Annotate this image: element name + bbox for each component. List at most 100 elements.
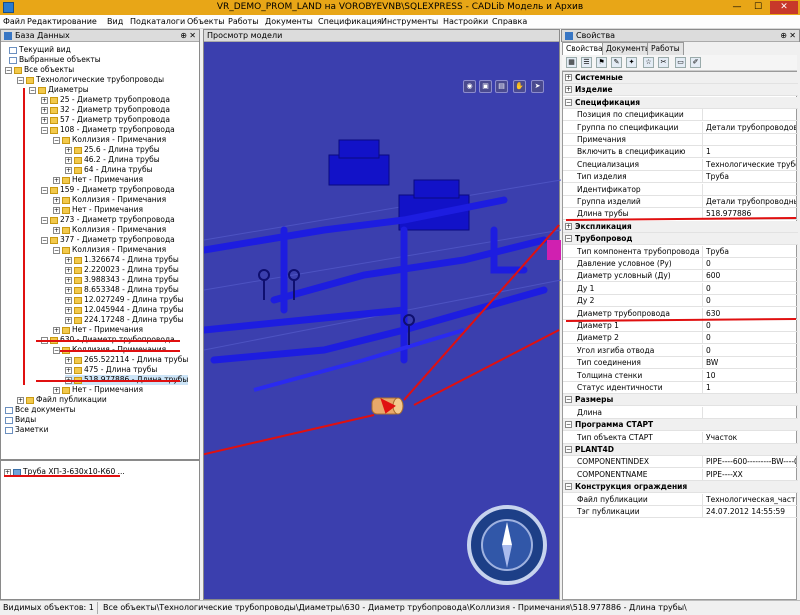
collapse-icon[interactable]: − — [565, 421, 572, 429]
property-value[interactable]: PIPE----600---------BW----0... — [706, 456, 796, 468]
tree-node[interactable]: +518.977886 - Длина трубы — [65, 375, 189, 385]
expand-icon[interactable]: + — [65, 286, 72, 294]
property-row[interactable]: Тип изделия Труба — [563, 171, 798, 184]
collapse-icon[interactable]: − — [53, 136, 60, 144]
property-category[interactable]: + Изделие — [563, 84, 798, 97]
property-row[interactable]: COMPONENTNAME PIPE----XX — [563, 468, 798, 481]
property-row[interactable]: COMPONENTINDEX PIPE----600---------BW----… — [563, 456, 798, 469]
tree-node[interactable]: Выбранные объекты — [9, 55, 101, 65]
tree-node[interactable]: + Нет - Примечания — [53, 205, 143, 215]
expand-icon[interactable]: + — [565, 74, 572, 81]
property-category[interactable]: − Конструкция ограждения — [563, 481, 798, 494]
expand-icon[interactable]: + — [565, 222, 572, 230]
tree-node[interactable]: +224.17248 - Длина трубы — [65, 315, 184, 325]
expand-icon[interactable]: + — [65, 356, 72, 364]
tree-node[interactable]: − 273 - Диаметр трубопровода — [41, 215, 175, 225]
tree-node[interactable]: − Коллизия - Примечания — [53, 135, 166, 145]
tree-node[interactable]: +265.522114 - Длина трубы — [65, 355, 188, 365]
property-row[interactable]: Давление условное (Ру) 0 — [563, 258, 798, 270]
property-value[interactable]: 0 — [706, 283, 796, 295]
tree-node[interactable]: +2.220023 - Длина трубы — [65, 265, 179, 275]
property-category[interactable]: + Системные — [563, 72, 798, 84]
cut-icon[interactable]: ✂ — [658, 57, 669, 68]
property-value[interactable]: 0 — [706, 258, 796, 270]
tree-node[interactable]: + Коллизия - Примечания — [53, 195, 166, 205]
property-row[interactable]: Диаметр условный (Ду) 600 — [563, 270, 798, 283]
property-row[interactable]: Ду 20 — [563, 295, 798, 308]
expand-icon[interactable]: + — [53, 206, 60, 214]
collapse-icon[interactable]: − — [565, 98, 572, 106]
collapse-icon[interactable]: − — [41, 236, 48, 244]
menu-settings[interactable]: Настройки — [443, 17, 488, 26]
expand-icon[interactable]: + — [65, 316, 72, 324]
expand-icon[interactable]: + — [65, 156, 72, 164]
close-button[interactable]: ✕ — [770, 1, 798, 14]
collapse-icon[interactable]: − — [41, 126, 48, 134]
menu-file[interactable]: Файл — [3, 17, 25, 26]
property-category[interactable]: − Спецификация — [563, 96, 798, 109]
property-row[interactable]: Файл публикацииТехнологическая_часть_М..… — [563, 493, 798, 506]
menu-specification[interactable]: Спецификация — [318, 17, 382, 26]
property-value[interactable] — [706, 109, 796, 121]
property-value[interactable] — [706, 184, 796, 196]
expand-icon[interactable]: + — [4, 468, 11, 476]
property-value[interactable]: Труба — [706, 171, 796, 183]
property-row[interactable]: Позиция по спецификации — [563, 109, 798, 122]
tree-node[interactable]: +57 - Диаметр трубопровода — [41, 115, 170, 125]
property-row[interactable]: Группа по спецификации Детали трубопровод… — [563, 121, 798, 134]
pin-icon[interactable]: ⊕ — [180, 30, 187, 42]
star-icon[interactable]: ✦ — [626, 57, 637, 68]
tree-node[interactable]: + Нет - Примечания — [53, 325, 143, 335]
property-row[interactable]: Включить в спецификацию 1 — [563, 146, 798, 159]
collapse-icon[interactable]: − — [53, 246, 60, 254]
categorized-icon[interactable]: ▦ — [566, 57, 577, 68]
collapse-icon[interactable]: − — [565, 235, 572, 243]
property-row[interactable]: Тип объекта СТАРТ Участок — [563, 431, 798, 444]
property-value[interactable]: 0 — [706, 345, 796, 357]
tree-node[interactable]: +475 - Длина трубы — [65, 365, 157, 375]
tree-node[interactable]: +46.2 - Длина трубы — [65, 155, 160, 165]
expand-icon[interactable]: + — [53, 196, 60, 204]
collapse-icon[interactable]: − — [17, 76, 24, 84]
tree-node[interactable]: +64 - Длина трубы — [65, 165, 153, 175]
tree-node[interactable]: +3.988343 - Длина трубы — [65, 275, 179, 285]
property-row[interactable]: Тип компонента трубопровода Труба — [563, 245, 798, 258]
tree-node[interactable]: − Технологические трубопроводы — [17, 75, 164, 85]
tree-node[interactable]: − 377 - Диаметр трубопровода — [41, 235, 175, 245]
expand-icon[interactable]: + — [65, 296, 72, 304]
expand-icon[interactable]: + — [65, 256, 72, 264]
property-category[interactable]: + Экспликация — [563, 220, 798, 233]
property-category[interactable]: − PLANT4D — [563, 444, 798, 456]
collapse-icon[interactable]: − — [41, 216, 48, 224]
property-category[interactable]: − Размеры — [563, 394, 798, 407]
tree-node[interactable]: − 630 - Диаметр трубопровода — [41, 335, 175, 345]
property-row[interactable]: Группа изделий Детали трубопроводные — [563, 196, 798, 208]
tree-node[interactable]: − Коллизия - Примечания — [53, 245, 166, 255]
property-value[interactable]: 518.977886 — [706, 208, 796, 220]
collapse-icon[interactable]: − — [41, 186, 48, 194]
property-row[interactable]: Длина трубы 518.977886 — [563, 208, 798, 221]
property-value[interactable]: 1 — [706, 382, 796, 394]
menu-works[interactable]: Работы — [228, 17, 259, 26]
property-row[interactable]: Примечания — [563, 134, 798, 146]
menu-view[interactable]: Вид — [107, 17, 123, 26]
property-value[interactable]: 1 — [706, 146, 796, 158]
property-value[interactable]: 0 — [706, 332, 796, 344]
property-value[interactable]: 0 — [706, 295, 796, 307]
property-row[interactable]: Диаметр 20 — [563, 332, 798, 345]
property-value[interactable]: 0 — [706, 320, 796, 332]
property-value[interactable]: 630 — [706, 308, 796, 320]
property-value[interactable]: Технологическая_часть_М... — [706, 494, 796, 506]
property-value[interactable]: 10 — [706, 370, 796, 382]
collapse-icon[interactable]: − — [565, 483, 572, 491]
property-value[interactable] — [706, 407, 796, 419]
expand-icon[interactable]: + — [65, 376, 72, 384]
menu-tools[interactable]: Инструменты — [381, 17, 438, 26]
compass-icon[interactable] — [467, 505, 547, 585]
collapse-icon[interactable]: − — [29, 86, 36, 94]
property-value[interactable]: 24.07.2012 14:55:59 — [706, 506, 796, 518]
tree-node[interactable]: +32 - Диаметр трубопровода — [41, 105, 170, 115]
expand-icon[interactable]: + — [65, 146, 72, 154]
expand-icon[interactable]: + — [53, 326, 60, 334]
property-value[interactable]: Детали трубопроводов — [706, 122, 796, 134]
